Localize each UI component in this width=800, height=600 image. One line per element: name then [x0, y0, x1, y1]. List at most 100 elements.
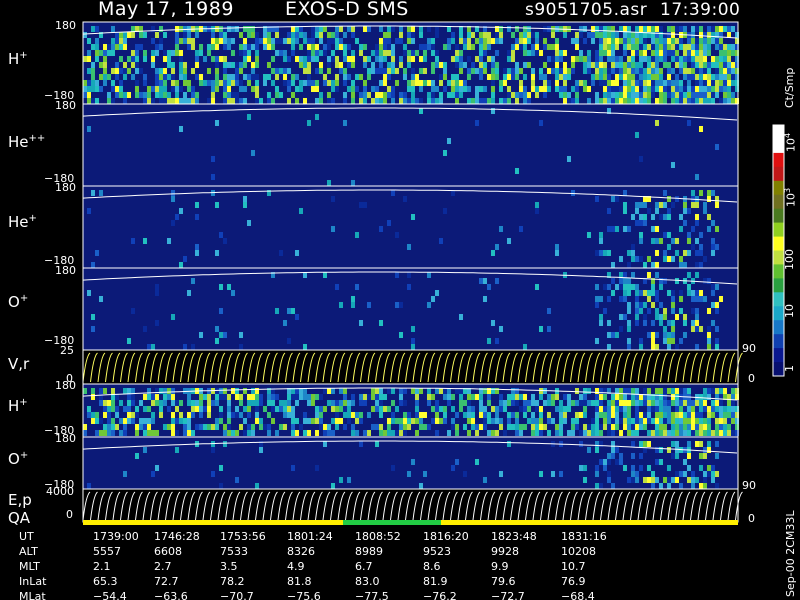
spectrogram-cell: [167, 406, 171, 412]
spectrogram-cell: [391, 86, 395, 92]
spectrogram-cell: [499, 394, 503, 400]
spectrogram-cell: [315, 56, 319, 62]
spectrogram-cell: [727, 400, 731, 406]
spectrogram-cell: [599, 424, 603, 430]
spectrogram-cell: [603, 424, 607, 430]
spectrogram-cell: [367, 394, 371, 400]
spectrogram-cell: [415, 406, 419, 412]
spectrogram-cell: [599, 314, 603, 320]
spectrogram-cell: [647, 56, 651, 62]
spectrogram-cell: [707, 26, 711, 32]
spectrogram-cell: [687, 477, 691, 483]
spectrogram-cell: [655, 38, 659, 44]
spectrogram-cell: [635, 202, 639, 208]
spectrogram-cell: [659, 424, 663, 430]
spectrogram-cell: [95, 250, 99, 256]
spectrogram-cell: [279, 250, 283, 256]
spectrogram-cell: [655, 314, 659, 320]
spectrogram-cell: [655, 344, 659, 350]
table-cell: −54.4: [93, 590, 127, 600]
spectrogram-cell: [479, 406, 483, 412]
spectrogram-cell: [619, 326, 623, 332]
spectrogram-cell: [603, 44, 607, 50]
spectrogram-cell: [295, 250, 299, 256]
spectrogram-cell: [223, 424, 227, 430]
spectrogram-cell: [647, 62, 651, 68]
spectrogram-cell: [127, 394, 131, 400]
spectrogram-cell: [195, 202, 199, 208]
spectrogram-cell: [495, 430, 499, 436]
spectrogram-cell: [123, 44, 127, 50]
spectrogram-cell: [655, 418, 659, 424]
spectrogram-cell: [599, 68, 603, 74]
spectrogram-cell: [635, 62, 639, 68]
spectrogram-cell: [683, 68, 687, 74]
spectrogram-cell: [335, 44, 339, 50]
spectrogram-cell: [723, 50, 727, 56]
spectrogram-cell: [623, 400, 627, 406]
spectrogram-cell: [179, 98, 183, 104]
spectrogram-cell: [667, 290, 671, 296]
spectrogram-cell: [163, 98, 167, 104]
spectrogram-cell: [211, 400, 215, 406]
spectrogram-cell: [539, 50, 543, 56]
spectrogram-cell: [359, 441, 363, 447]
spectrogram-cell: [443, 74, 447, 80]
spectrogram-cell: [379, 98, 383, 104]
spectrogram-cell: [375, 441, 379, 447]
spectrogram-cell: [699, 80, 703, 86]
spectrogram-cell: [707, 44, 711, 50]
spectrogram-cell: [435, 430, 439, 436]
spectrogram-cell: [239, 44, 243, 50]
spectrogram-cell: [683, 220, 687, 226]
table-cell: 79.6: [491, 575, 516, 588]
spectrogram-cell: [123, 74, 127, 80]
spectrogram-cell: [691, 477, 695, 483]
spectrogram-cell: [303, 32, 307, 38]
spectrogram-cell: [187, 394, 191, 400]
spectrogram-cell: [643, 262, 647, 268]
spectrogram-cell: [651, 92, 655, 98]
spectrogram-cell: [319, 424, 323, 430]
spectrogram-cell: [475, 56, 479, 62]
spectrogram-cell: [407, 26, 411, 32]
spectrogram-cell: [687, 453, 691, 459]
spectrogram-cell: [315, 394, 319, 400]
spectrogram-cell: [343, 92, 347, 98]
spectrogram-cell: [351, 296, 355, 302]
spectrogram-cell: [135, 92, 139, 98]
spectrogram-cell: [619, 278, 623, 284]
spectrogram-cell: [551, 44, 555, 50]
spectrogram-cell: [643, 50, 647, 56]
spectrogram-cell: [119, 68, 123, 74]
spectrogram-cell: [327, 80, 331, 86]
spectrogram-cell: [331, 226, 335, 232]
spectrogram-cell: [183, 98, 187, 104]
spectrogram-cell: [623, 74, 627, 80]
spectrogram-cell: [223, 62, 227, 68]
spectrogram-cell: [639, 68, 643, 74]
spectrogram-cell: [659, 412, 663, 418]
spectrogram-cell: [635, 80, 639, 86]
spectrogram-cell: [655, 400, 659, 406]
spectrogram-cell: [607, 32, 611, 38]
spectrogram-cell: [303, 62, 307, 68]
spectrogram-cell: [471, 98, 475, 104]
spectrogram-cell: [211, 80, 215, 86]
spectrogram-cell: [459, 50, 463, 56]
spectrogram-cell: [159, 80, 163, 86]
panel-background: [83, 186, 738, 268]
spectrogram-cell: [347, 400, 351, 406]
spectrogram-cell: [639, 290, 643, 296]
spectrogram-cell: [515, 38, 519, 44]
spectrogram-cell: [587, 430, 591, 436]
spectrogram-cell: [371, 388, 375, 394]
spectrogram-cell: [179, 26, 183, 32]
spectrogram-cell: [235, 98, 239, 104]
spectrogram-cell: [723, 92, 727, 98]
spectrogram-cell: [399, 26, 403, 32]
spectrogram-cell: [647, 388, 651, 394]
spectrogram-cell: [619, 68, 623, 74]
spectrogram-cell: [311, 400, 315, 406]
spectrogram-cell: [583, 38, 587, 44]
